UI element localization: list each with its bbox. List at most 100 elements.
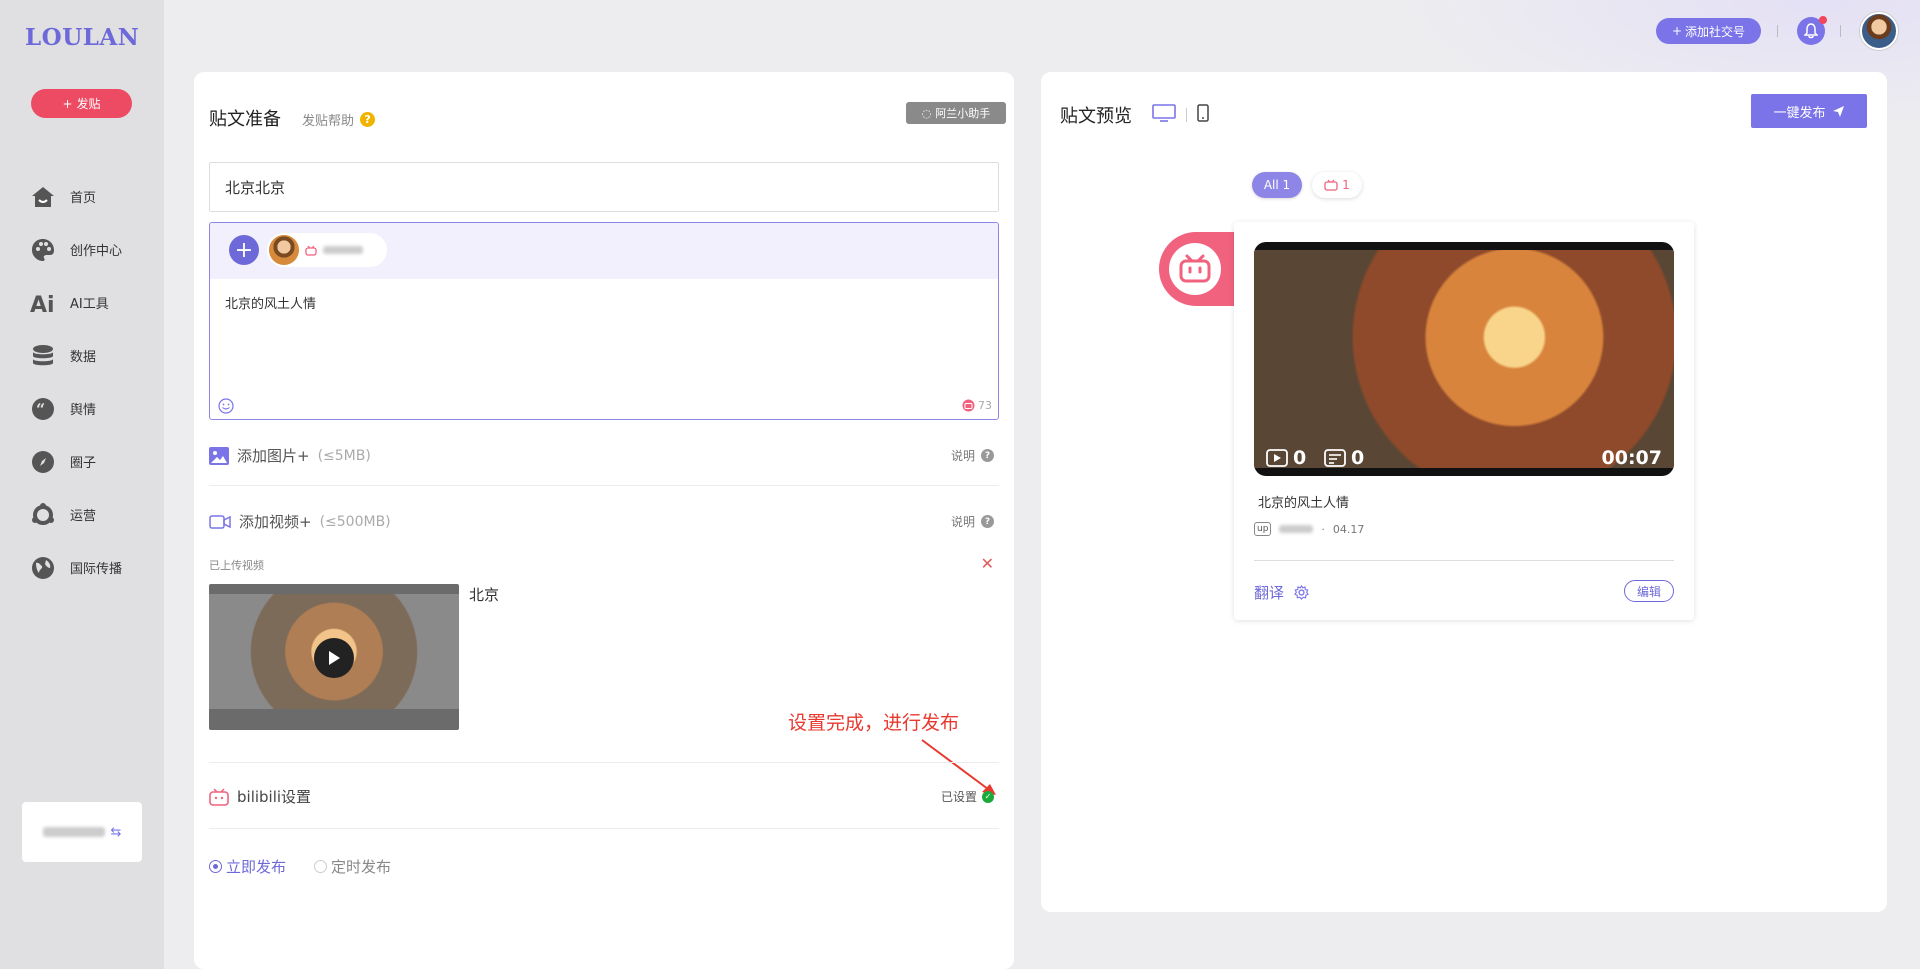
sidebar-item-label: 运营 — [70, 509, 97, 524]
question-icon: ? — [981, 515, 994, 528]
video-note-link[interactable]: 说明 ? — [951, 513, 994, 530]
sidebar-item-circles[interactable]: 圈子 — [30, 435, 150, 488]
remove-video-icon[interactable]: ✕ — [981, 554, 994, 573]
meta-separator: · — [1321, 522, 1325, 536]
danmaku-count-value: 0 — [1351, 447, 1365, 469]
translate-label: 翻译 — [1254, 584, 1285, 602]
post-help-link[interactable]: 发贴帮助 ? — [302, 110, 376, 129]
video-camera-icon — [209, 514, 231, 529]
sidebar-item-ai-tools[interactable]: Ai AI工具 — [30, 276, 150, 329]
scheduled-publish-radio[interactable]: 定时发布 — [314, 856, 391, 877]
filter-bilibili-tab[interactable]: 1 — [1312, 172, 1362, 198]
sidebar-nav: 首页 创作中心 Ai AI工具 数据 “ 舆情 圈子 运营 国际传播 — [30, 170, 150, 594]
uploaded-video-title: 北京 — [469, 586, 500, 604]
notification-badge — [1819, 16, 1827, 24]
note-label: 说明 — [950, 515, 975, 529]
radio-checked-icon — [209, 860, 222, 873]
publish-now-radio[interactable]: 立即发布 — [209, 856, 286, 877]
home-icon — [30, 184, 56, 210]
bilibili-icon — [962, 399, 975, 412]
sidebar-item-creation[interactable]: 创作中心 — [30, 223, 150, 276]
svg-text:“: “ — [36, 400, 45, 419]
desktop-view-icon[interactable] — [1152, 104, 1176, 126]
add-image-button[interactable]: 添加图片+ (≤5MB) — [209, 445, 371, 466]
translate-button[interactable]: 翻译 — [1254, 582, 1309, 603]
bilibili-icon — [305, 245, 317, 256]
add-social-account-button[interactable]: + 添加社交号 — [1656, 18, 1761, 44]
sidebar-item-data[interactable]: 数据 — [30, 329, 150, 382]
mobile-view-icon[interactable] — [1197, 104, 1209, 126]
preview-meta: up · 04.17 — [1254, 522, 1364, 536]
add-video-button[interactable]: 添加视频+ (≤500MB) — [209, 511, 391, 532]
sidebar-item-label: 国际传播 — [70, 562, 123, 577]
sidebar-item-international[interactable]: 国际传播 — [30, 541, 150, 594]
panel-title: 贴文预览 — [1060, 106, 1132, 127]
play-icon[interactable] — [314, 638, 354, 678]
preview-date: 04.17 — [1332, 522, 1365, 536]
preview-header: 贴文预览 — [1060, 102, 1209, 128]
add-social-account-label: 添加社交号 — [1685, 24, 1746, 39]
uploader-name-masked — [1279, 525, 1314, 533]
divider — [1254, 560, 1674, 561]
panel-title: 贴文准备 — [209, 109, 281, 130]
app-logo[interactable]: LOULAN — [25, 24, 139, 51]
video-frame — [1254, 250, 1674, 468]
edit-button[interactable]: 编辑 — [1624, 580, 1674, 602]
assistant-button[interactable]: ◌ 阿兰小助手 — [906, 102, 1006, 124]
publish-now-label: 立即发布 — [226, 858, 287, 876]
one-click-publish-button[interactable]: 一键发布 — [1751, 94, 1867, 128]
preview-video[interactable]: 0 0 00:07 — [1254, 242, 1674, 476]
filter-all-tab[interactable]: All 1 — [1252, 172, 1302, 198]
bilibili-icon — [1324, 179, 1338, 191]
sidebar-item-label: 首页 — [70, 191, 97, 206]
sidebar-item-sentiment[interactable]: “ 舆情 — [30, 382, 150, 435]
uploaded-video-thumbnail[interactable] — [209, 584, 459, 730]
preview-card: 0 0 00:07 北京的风土人情 up · 04.17 翻译 编辑 — [1234, 222, 1694, 620]
char-counter: 73 — [962, 399, 992, 412]
emoji-icon[interactable] — [218, 398, 234, 418]
plus-icon: + — [62, 96, 73, 111]
play-count-icon — [1266, 449, 1288, 467]
topbar-divider — [1840, 25, 1841, 37]
publish-mode-group: 立即发布 定时发布 — [209, 856, 391, 877]
bell-icon — [1804, 23, 1818, 39]
account-name-masked — [323, 246, 363, 254]
bilibili-settings-row[interactable]: bilibili设置 — [209, 786, 311, 807]
image-note-link[interactable]: 说明 ? — [951, 447, 994, 464]
add-video-label: 添加视频+ — [239, 513, 312, 531]
assistant-label: 阿兰小助手 — [935, 107, 991, 120]
question-icon: ? — [981, 449, 994, 462]
sidebar-item-home[interactable]: 首页 — [30, 170, 150, 223]
new-post-button[interactable]: + 发贴 — [31, 89, 132, 118]
selected-account-chip[interactable] — [267, 233, 387, 267]
gear-icon[interactable] — [1294, 585, 1309, 600]
post-title-input[interactable]: 北京北京 — [209, 162, 999, 212]
scheduled-publish-label: 定时发布 — [331, 858, 392, 876]
sidebar-item-label: 圈子 — [70, 456, 97, 471]
filter-bilibili-count: 1 — [1342, 178, 1350, 192]
new-post-label: 发贴 — [76, 97, 101, 111]
sidebar-item-label: 舆情 — [70, 403, 97, 418]
editor-text: 北京的风土人情 — [225, 297, 317, 312]
post-preview-panel: 贴文预览 一键发布 All 1 1 0 0 00:07 北京的风土人情 up ·… — [1041, 72, 1887, 912]
selected-accounts-bar: + — [210, 223, 998, 279]
add-image-label: 添加图片+ — [237, 447, 310, 465]
post-title-value: 北京北京 — [225, 178, 286, 197]
sidebar-item-label: 数据 — [70, 350, 97, 365]
sidebar: LOULAN + 发贴 首页 创作中心 Ai AI工具 数据 “ 舆情 圈子 运… — [0, 0, 164, 969]
sidebar-item-operations[interactable]: 运营 — [30, 488, 150, 541]
svg-text:Ai: Ai — [30, 293, 55, 315]
user-avatar[interactable] — [1860, 12, 1898, 50]
post-content-editor[interactable]: + 北京的风土人情 73 — [209, 222, 999, 420]
one-click-publish-label: 一键发布 — [1773, 105, 1826, 121]
account-name-masked — [42, 827, 105, 837]
sidebar-item-label: 创作中心 — [70, 244, 123, 259]
play-count: 0 — [1266, 447, 1306, 469]
uploaded-video-label: 已上传视频 — [209, 559, 264, 572]
sidebar-item-label: AI工具 — [70, 297, 109, 312]
account-switcher[interactable]: ⇆ — [22, 802, 142, 862]
check-icon: ✓ — [982, 790, 994, 803]
topbar-divider — [1777, 25, 1778, 37]
chat-icon: ◌ — [921, 106, 932, 120]
add-account-button[interactable]: + — [229, 235, 259, 265]
